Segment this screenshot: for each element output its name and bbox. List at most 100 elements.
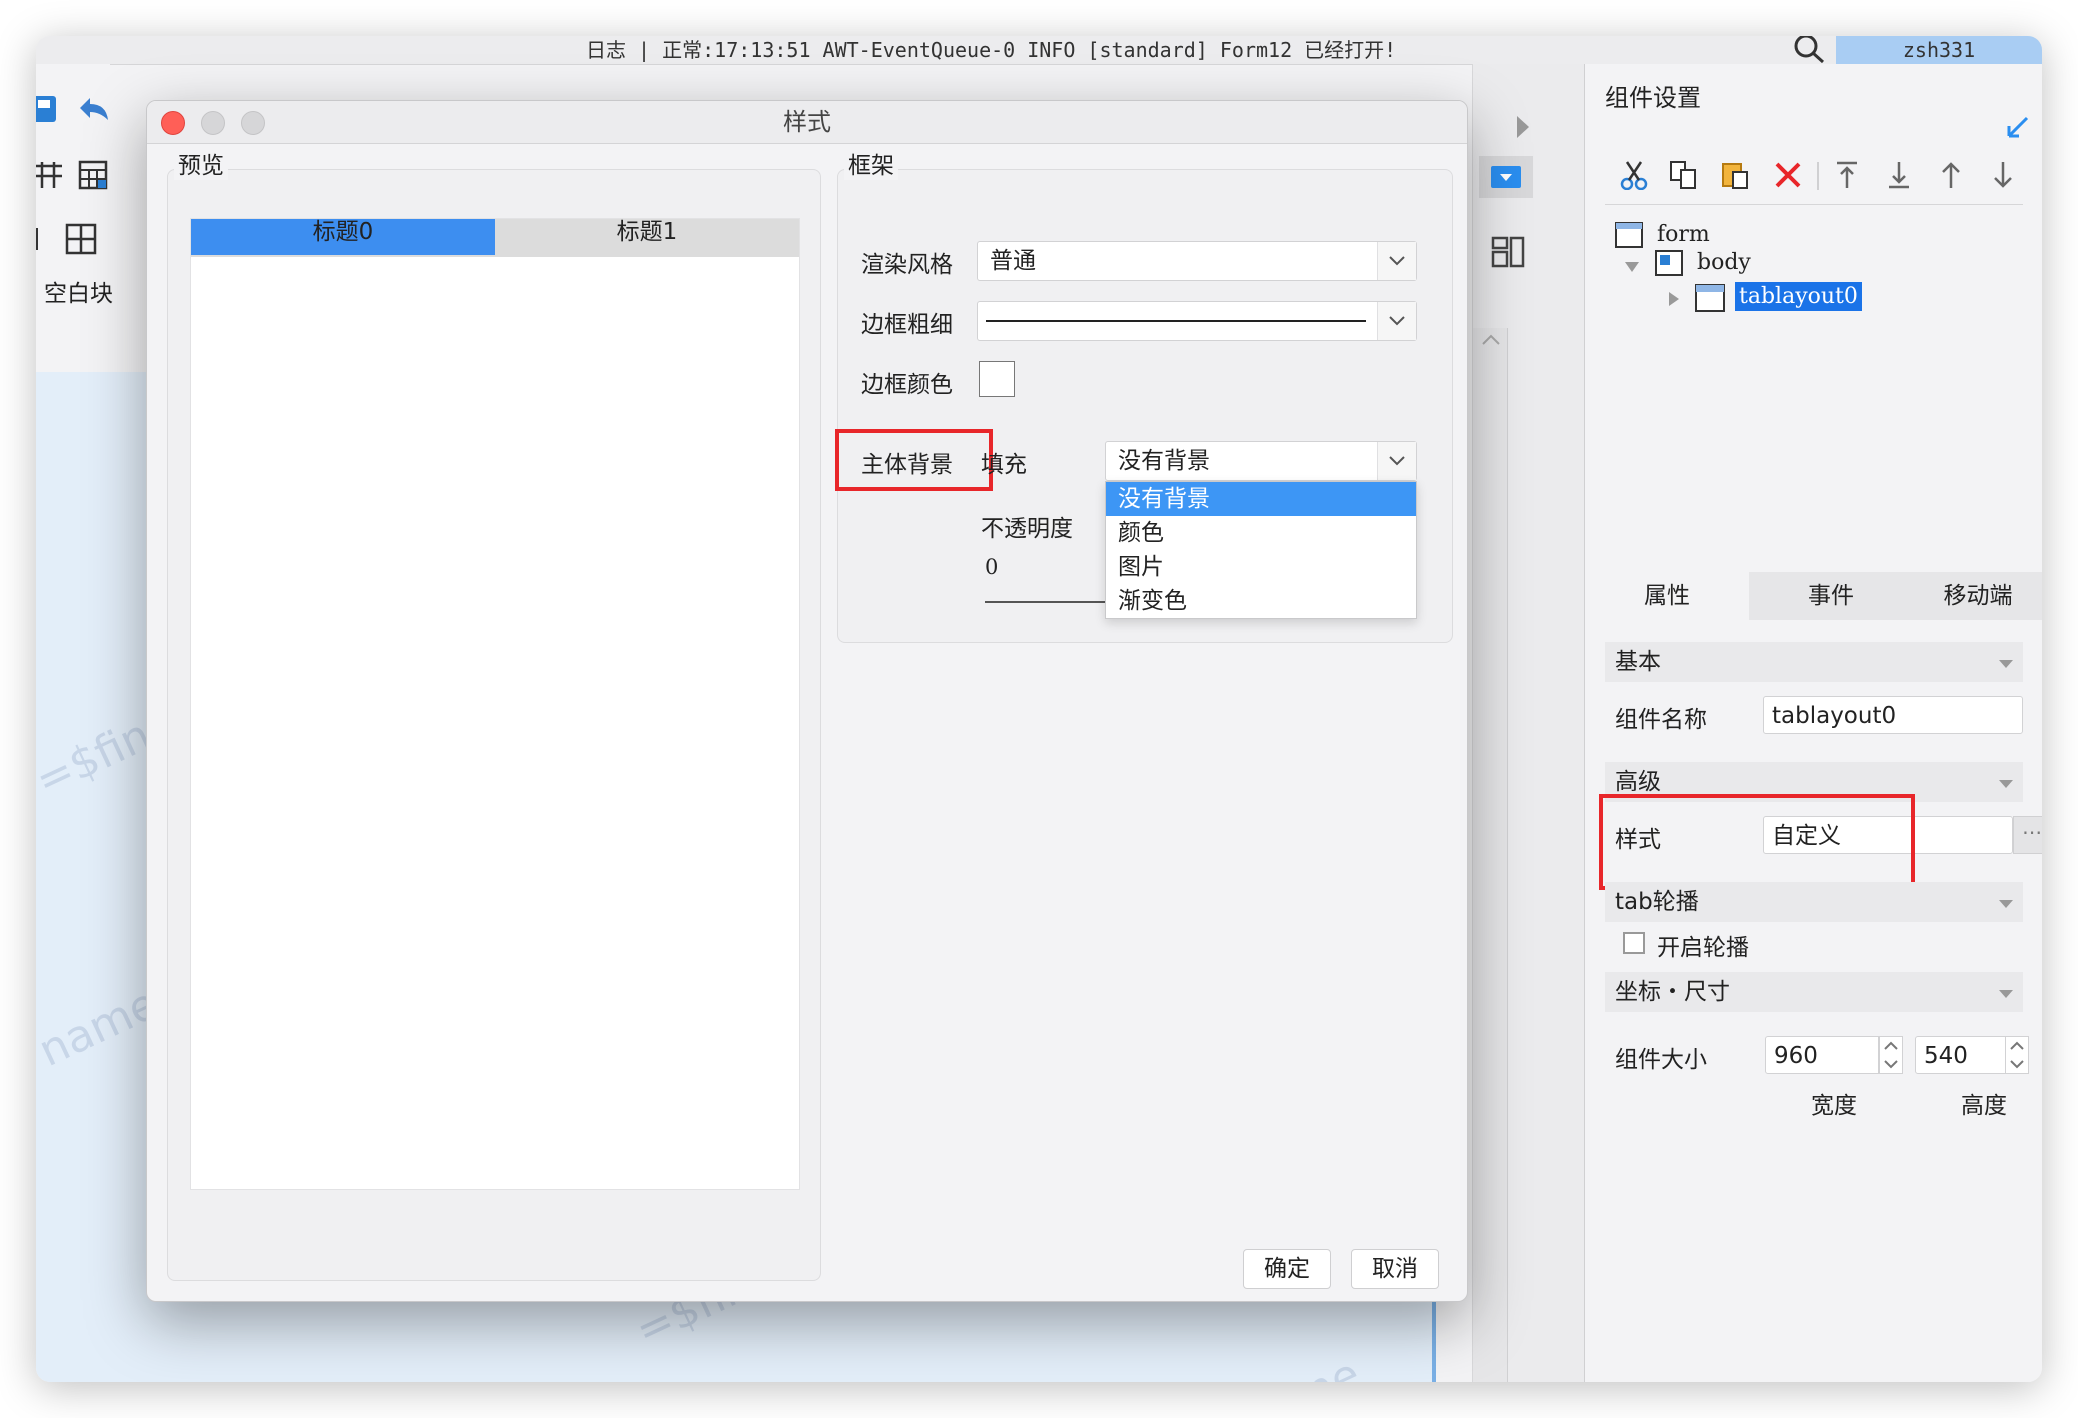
table-icon[interactable]	[78, 160, 108, 190]
save-icon[interactable]	[36, 94, 60, 124]
line-sample	[986, 320, 1366, 322]
panel-title: 组件设置	[1605, 84, 1701, 112]
widget-tool[interactable]	[1479, 156, 1533, 198]
component-size-label: 组件大小	[1615, 1047, 1707, 1073]
tree-node-body[interactable]: body	[1697, 250, 1751, 275]
component-layout-icon[interactable]	[1491, 236, 1525, 270]
render-style-value: 普通	[990, 248, 1036, 274]
fill-select[interactable]: 没有背景	[1105, 441, 1417, 481]
preview-tab-1: 标题1	[616, 219, 678, 245]
cut-icon[interactable]	[1619, 160, 1649, 190]
preview-tab-0: 标题0	[191, 219, 495, 255]
move-bottom-icon[interactable]	[1885, 160, 1915, 190]
tab-events[interactable]: 事件	[1749, 572, 1913, 620]
watermark: ername	[1193, 1349, 1368, 1382]
border-color-swatch[interactable]	[979, 361, 1015, 397]
fill-option-gradient[interactable]: 渐变色	[1106, 584, 1416, 618]
fill-option-image[interactable]: 图片	[1106, 550, 1416, 584]
component-name-label: 组件名称	[1615, 707, 1707, 733]
highlight-box-body-bg	[835, 429, 993, 491]
tab-mobile[interactable]: 移动端	[1913, 572, 2042, 620]
border-width-label: 边框粗细	[861, 312, 953, 338]
frame-legend: 框架	[844, 146, 898, 180]
stepper-arrows-icon	[1884, 1041, 1898, 1069]
preview-panel: 预览 标题0 标题1	[167, 146, 821, 1281]
form-node-icon	[1615, 222, 1643, 248]
chevron-down-icon	[1377, 442, 1416, 480]
property-tabs: 属性 事件 移动端	[1585, 572, 2042, 620]
chevron-down-icon	[1999, 660, 2013, 668]
bar-icon[interactable]	[36, 224, 48, 254]
dialog-titlebar: 样式	[147, 101, 1467, 144]
expand-arrow-icon[interactable]	[1513, 114, 1533, 140]
move-down-icon[interactable]	[1989, 160, 2019, 190]
collapse-panel-icon[interactable]	[2005, 112, 2033, 140]
render-style-select[interactable]: 普通	[977, 241, 1417, 281]
zoom-window-button[interactable]	[241, 111, 265, 135]
width-stepper[interactable]	[1879, 1036, 1903, 1074]
chevron-down-icon	[1999, 990, 2013, 998]
height-stepper[interactable]	[2005, 1036, 2029, 1074]
component-settings-panel: 组件设置 form body tablayout0 属性 事件 移动端 基本 组…	[1584, 64, 2042, 1382]
cancel-button[interactable]: 取消	[1351, 1249, 1439, 1289]
section-carousel-title: tab轮播	[1615, 889, 1699, 915]
tree-expanded-icon[interactable]	[1623, 260, 1641, 274]
tree-node-tablayout0[interactable]: tablayout0	[1735, 282, 1862, 311]
move-top-icon[interactable]	[1833, 160, 1863, 190]
border-color-label: 边框颜色	[861, 372, 953, 398]
grid-icon[interactable]	[64, 222, 98, 256]
render-style-label: 渲染风格	[861, 252, 953, 278]
fill-option-none[interactable]: 没有背景	[1106, 482, 1416, 516]
close-window-button[interactable]	[161, 111, 185, 135]
tree-collapsed-icon[interactable]	[1667, 290, 1681, 308]
style-dialog: 样式 预览 标题0 标题1 框架 渲染风格 普通 边框粗细 边框颜色 主体背景 …	[146, 100, 1468, 1302]
blank-block-label[interactable]: 空白块	[44, 274, 113, 308]
paste-icon[interactable]	[1721, 160, 1751, 190]
fill-option-color[interactable]: 颜色	[1106, 516, 1416, 550]
border-width-select[interactable]	[977, 301, 1417, 341]
opacity-value: 0	[985, 555, 999, 579]
move-up-icon[interactable]	[1937, 160, 1967, 190]
height-label: 高度	[1961, 1093, 2007, 1119]
layout-icon[interactable]	[36, 160, 64, 190]
body-node-icon	[1655, 250, 1683, 276]
log-message: 日志 | 正常:17:13:51 AWT-EventQueue-0 INFO […	[586, 38, 1397, 62]
app-window: 日志 | 正常:17:13:51 AWT-EventQueue-0 INFO […	[36, 36, 2042, 1382]
highlight-box-style	[1599, 794, 1915, 890]
component-name-field[interactable]: tablayout0	[1763, 696, 2023, 734]
minimize-window-button[interactable]	[201, 111, 225, 135]
copy-icon[interactable]	[1669, 160, 1699, 190]
carousel-checkbox[interactable]	[1623, 932, 1645, 954]
tab-properties[interactable]: 属性	[1585, 572, 1749, 620]
carousel-checkbox-label: 开启轮播	[1657, 935, 1749, 961]
section-coords[interactable]: 坐标・尺寸	[1605, 972, 2023, 1012]
width-input[interactable]: 960	[1765, 1036, 1879, 1074]
width-label: 宽度	[1811, 1093, 1857, 1119]
chevron-down-icon	[1999, 900, 2013, 908]
stepper-arrows-icon	[2010, 1041, 2024, 1069]
fill-select-value: 没有背景	[1118, 448, 1210, 474]
more-options-button[interactable]: ⋯	[2013, 816, 2042, 854]
tablayout-node-icon	[1695, 284, 1725, 312]
toolbar-separator	[1605, 204, 2023, 205]
dropdown-widget-icon	[1491, 166, 1521, 188]
scrollbar[interactable]	[1473, 328, 1508, 1382]
section-coords-title: 坐标・尺寸	[1615, 979, 1730, 1005]
fill-label: 填充	[981, 452, 1027, 478]
chevron-down-icon	[1377, 302, 1416, 340]
section-basic[interactable]: 基本	[1605, 642, 2023, 682]
undo-icon[interactable]	[74, 94, 110, 124]
section-basic-title: 基本	[1615, 649, 1661, 675]
fill-dropdown-list: 没有背景 颜色 图片 渐变色	[1105, 481, 1417, 619]
preview-canvas: 标题0 标题1	[190, 218, 800, 1190]
delete-icon[interactable]	[1773, 160, 1803, 190]
dialog-title: 样式	[783, 108, 831, 136]
tree-node-form[interactable]: form	[1657, 222, 1710, 247]
scroll-up-icon[interactable]	[1481, 332, 1501, 348]
opacity-label: 不透明度	[981, 516, 1073, 542]
toolbar-divider	[1817, 162, 1819, 190]
ok-button[interactable]: 确定	[1243, 1249, 1331, 1289]
search-icon[interactable]	[1792, 36, 1826, 64]
section-tab-carousel[interactable]: tab轮播	[1605, 882, 2023, 922]
user-tag[interactable]: zsh331	[1836, 36, 2042, 64]
